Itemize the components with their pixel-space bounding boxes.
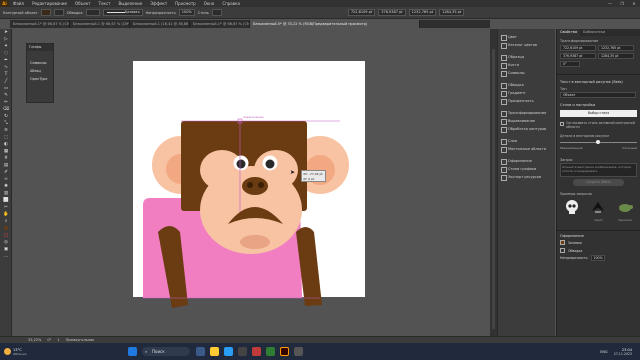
windows-start-icon[interactable] bbox=[127, 347, 137, 356]
app-icon-2[interactable] bbox=[265, 347, 275, 356]
opentype-panel-item[interactable]: OpenType bbox=[27, 75, 53, 83]
type-dropdown[interactable]: Объект bbox=[560, 92, 636, 98]
properties-tabs: Свойства Библиотеки bbox=[557, 29, 640, 36]
zoom-level[interactable]: 33,22% bbox=[28, 338, 41, 342]
example-skull-thumbnail[interactable] bbox=[563, 198, 581, 216]
prop-angle-field[interactable]: 0° bbox=[560, 61, 580, 67]
tooltip-dy: dY: 0 pt bbox=[303, 176, 315, 181]
example-bird-thumbnail[interactable] bbox=[589, 198, 607, 216]
paragraph-panel-item[interactable]: Абзац bbox=[27, 67, 53, 75]
app-icon-3[interactable] bbox=[293, 347, 303, 356]
store-icon[interactable] bbox=[237, 347, 247, 356]
graphic-styles-panel-item[interactable]: Стили графики bbox=[498, 165, 555, 173]
detail-label: Детали в векторном рисунке bbox=[560, 134, 610, 138]
left-eye-patch bbox=[200, 150, 244, 190]
status-bar: 33,22% 0° 1 Прямоугольник bbox=[0, 336, 640, 343]
task-view-icon[interactable] bbox=[195, 347, 205, 356]
right-pupil bbox=[265, 159, 275, 169]
appearance-stroke-label: Обводка bbox=[568, 248, 583, 253]
clock-date: 27.11.2023 bbox=[613, 351, 632, 356]
brushes-panel-item[interactable]: Кисти bbox=[498, 61, 555, 69]
detail-min-label: Минимальный bbox=[560, 146, 583, 150]
prop-y-field[interactable]: 376,9387 pt bbox=[560, 53, 596, 59]
prompt-label: Запрос bbox=[560, 158, 573, 162]
detail-slider-thumb[interactable] bbox=[596, 140, 600, 144]
clock[interactable]: 23:04 27.11.2023 bbox=[614, 348, 632, 356]
tooltip-dx: dX: -77,02 pt bbox=[303, 172, 323, 176]
panel-scrollbar[interactable] bbox=[492, 49, 495, 329]
transparency-panel-item[interactable]: Прозрачность bbox=[498, 97, 555, 105]
layers-panel-item[interactable]: Слои bbox=[498, 137, 555, 145]
examples-row bbox=[557, 196, 640, 218]
color-guide-panel-item[interactable]: Каталог цветов bbox=[498, 41, 555, 49]
measure-tooltip: dX: -77,02 pt dY: 0 pt bbox=[301, 170, 326, 182]
tab-properties[interactable]: Свойства bbox=[557, 29, 581, 36]
trace-section-title: Текст в векторный рисунок (Beta) bbox=[560, 80, 623, 84]
panel-collapse-strip[interactable] bbox=[490, 29, 497, 336]
monkey-illustration[interactable] bbox=[143, 121, 349, 308]
swatches-panel-item[interactable]: Образцы bbox=[498, 53, 555, 61]
example-caption-3: Черепаха bbox=[617, 218, 632, 222]
symbols-panel-item[interactable]: Символы bbox=[498, 69, 555, 77]
monkey-nose bbox=[242, 177, 268, 195]
right-nostril bbox=[258, 182, 264, 188]
left-nostril bbox=[247, 182, 253, 188]
smart-guide-label: пересечение bbox=[243, 115, 264, 119]
transform-panel-item[interactable]: Трансформирование bbox=[498, 109, 555, 117]
windows-taskbar: 13°C Облачно ⌕ Поиск ENG 23:04 27.11.202… bbox=[0, 343, 640, 360]
detail-max-label: Сложный bbox=[622, 146, 637, 150]
cursor-icon: ➤ bbox=[290, 169, 296, 176]
monkey-chin bbox=[240, 235, 270, 249]
panel-dock: Цвет Каталог цветов Образцы Кисти Символ… bbox=[497, 29, 555, 336]
stroke-panel-item[interactable]: Обводка bbox=[498, 81, 555, 89]
properties-panel: Свойства Библиотеки Трансформирование 72… bbox=[556, 29, 640, 336]
search-placeholder: Поиск bbox=[152, 349, 165, 354]
generate-button[interactable]: Создать (Beta) bbox=[573, 179, 624, 186]
weather-desc: Облачно bbox=[13, 351, 27, 356]
pathfinder-panel-item[interactable]: Обработка контуров bbox=[498, 125, 555, 133]
prop-h-field[interactable]: 1284,35 pt bbox=[598, 53, 634, 59]
match-style-checkbox[interactable] bbox=[560, 122, 564, 126]
appearance-panel-item[interactable]: Оформление bbox=[498, 157, 555, 165]
left-pupil bbox=[236, 159, 246, 169]
appearance-stroke-swatch[interactable] bbox=[560, 248, 565, 253]
appearance-opacity-label: Непрозрачность bbox=[560, 256, 588, 260]
file-explorer-icon[interactable] bbox=[209, 347, 219, 356]
prop-w-field[interactable]: 1232,765 pt bbox=[598, 45, 634, 51]
asset-export-panel-item[interactable]: Экспорт ресурсов bbox=[498, 173, 555, 181]
floating-panel-group: Глифы Символы Абзац OpenType bbox=[26, 43, 54, 103]
artboards-panel-item[interactable]: Монтажные области bbox=[498, 145, 555, 153]
taskbar-search[interactable]: ⌕ Поиск bbox=[142, 347, 190, 356]
prompt-textarea[interactable]: Опишите векторное изображение, которое х… bbox=[560, 163, 637, 177]
prop-x-field[interactable]: 722,6109 pt bbox=[560, 45, 596, 51]
illustrator-taskbar-icon[interactable] bbox=[279, 347, 289, 356]
example-turtle-thumbnail[interactable] bbox=[616, 198, 634, 216]
app-icon-1[interactable] bbox=[251, 347, 261, 356]
search-icon: ⌕ bbox=[145, 349, 148, 354]
weather-widget[interactable]: 13°C Облачно bbox=[0, 348, 125, 356]
appearance-fill-label: Заливка bbox=[568, 240, 582, 245]
rotation-level[interactable]: 0° bbox=[47, 338, 51, 342]
language-indicator[interactable]: ENG bbox=[600, 350, 608, 354]
align-panel-item[interactable]: Выравнивание bbox=[498, 117, 555, 125]
example-caption-1 bbox=[563, 218, 581, 222]
browser-icon[interactable] bbox=[223, 347, 233, 356]
color-panel-item[interactable]: Цвет bbox=[498, 33, 555, 41]
example-caption-2: Череп bbox=[594, 218, 603, 222]
tab-libraries[interactable]: Библиотеки bbox=[580, 29, 608, 36]
glyphs-panel-tab[interactable]: Глифы bbox=[27, 44, 53, 51]
current-tool-status: Прямоугольник bbox=[65, 338, 95, 342]
appearance-opacity-field[interactable]: 100% bbox=[590, 255, 605, 261]
gradient-panel-item[interactable]: Градиент bbox=[498, 89, 555, 97]
weather-icon bbox=[4, 348, 11, 355]
characters-panel-item[interactable]: Символы bbox=[27, 59, 53, 67]
match-style-label: Согласовать стиль активной монтажной обл… bbox=[566, 121, 635, 129]
appearance-fill-swatch[interactable] bbox=[560, 240, 565, 245]
artboard-number[interactable]: 1 bbox=[57, 338, 59, 342]
select-style-button[interactable]: Выбор стиля bbox=[560, 110, 637, 117]
